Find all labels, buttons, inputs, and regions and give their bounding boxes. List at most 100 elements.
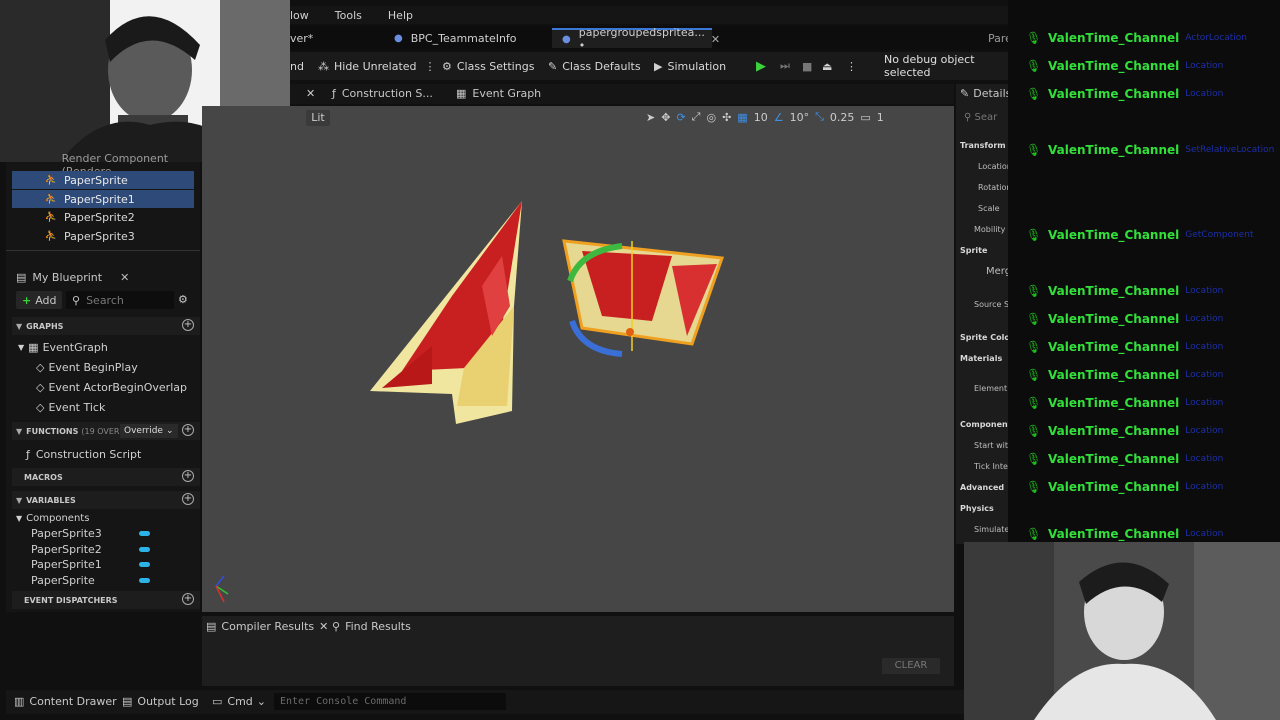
section-variables[interactable]: ▼ VARIABLES + [12,491,200,509]
paper-sprite-plane[interactable] [370,201,522,424]
graph-icon: ▦ [456,87,467,100]
add-graph-icon[interactable]: + [182,319,194,331]
details-transform[interactable]: Transform [960,141,1006,150]
chat-message: 🎙 ValenTime_Channel Location [1026,56,1223,76]
close-icon[interactable]: ✕ [319,620,328,633]
add-function-icon[interactable]: + [182,424,194,436]
class-defaults-button[interactable]: ✎ Class Defaults [548,57,641,75]
more-options-icon[interactable]: ⋮ [425,60,436,73]
override-dropdown[interactable]: Override ⌄ [120,424,178,438]
tab-bpc-teammateinfo[interactable]: ● BPC_TeammateInfo [394,28,544,48]
simulation-button[interactable]: ▶ Simulation [654,57,726,75]
details-advanced[interactable]: Advanced [960,483,1004,492]
menu-tools[interactable]: Tools [335,9,362,22]
details-tab[interactable]: ✎ Details [960,87,1008,100]
paper-sprite-selected[interactable] [562,239,725,357]
tab-event-graph[interactable]: ▦ Event Graph [456,87,541,100]
component-papersprite[interactable]: ⛹ PaperSprite [12,171,194,189]
play-options-button[interactable]: ⋮ [846,57,862,75]
chat-username: ValenTime_Channel [1048,340,1180,354]
tab-construction-script[interactable]: ƒ Construction S... [332,87,433,100]
construction-script-item[interactable]: ƒ Construction Script [12,445,200,463]
close-icon[interactable]: ✕ [711,33,720,46]
my-blueprint-tab[interactable]: ▤ My Blueprint ✕ [12,268,200,286]
gear-icon[interactable]: ⚙ [178,293,188,306]
section-event-dispatchers[interactable]: EVENT DISPATCHERS + [12,591,200,609]
stop-button[interactable]: ■ [802,57,817,75]
add-variable-icon[interactable]: + [182,493,194,505]
object-type-pill [139,547,150,552]
chat-message: 🎙 ValenTime_Channel Location [1026,84,1223,104]
play-button[interactable]: ▶ [756,57,771,75]
microphone-icon: 🎙 [1026,312,1042,326]
details-search-input[interactable]: ⚲ Sear [964,112,997,123]
find-button[interactable]: nd [290,57,304,75]
chat-message-text: Location [1185,286,1224,296]
details-physics[interactable]: Physics [960,504,994,513]
chevron-down-icon: ▼ [16,513,23,523]
more-options-icon: ⋮ [846,59,857,73]
blueprint-search-input[interactable]: ⚲ Search [66,291,174,309]
chat-message-text: Location [1185,89,1224,99]
event-beginplay[interactable]: ◇ Event BeginPlay [12,358,200,376]
step-button[interactable]: ⏭ [780,57,795,75]
chat-message-text: ActorLocation [1185,33,1247,43]
chat-username: ValenTime_Channel [1048,396,1180,410]
divider [6,250,200,251]
add-dispatcher-icon[interactable]: + [182,593,194,605]
gear-icon: ⚙ [442,59,452,73]
event-tick[interactable]: ◇ Event Tick [12,398,200,416]
chat-username: ValenTime_Channel [1048,480,1180,494]
class-settings-button[interactable]: ⚙ Class Settings [442,57,534,75]
add-button[interactable]: + Add [16,291,62,309]
output-log-button[interactable]: ▤ Output Log [122,695,199,708]
component-papersprite1[interactable]: ⛹ PaperSprite1 [12,190,194,208]
cmd-dropdown[interactable]: ▭ Cmd ⌄ [212,695,266,708]
chat-username: ValenTime_Channel [1048,31,1180,45]
tab-compiler-results[interactable]: ▤ Compiler Results ✕ [206,620,328,633]
menu-help[interactable]: Help [388,9,413,22]
details-materials[interactable]: Materials [960,354,1002,363]
tab-find-results[interactable]: ⚲ Find Results [332,620,411,633]
section-functions[interactable]: ▼ FUNCTIONS (19 OVERRID Override ⌄ + [12,422,200,440]
event-actorbeginoverlap[interactable]: ◇ Event ActorBeginOverlap [12,378,200,396]
close-icon[interactable]: ✕ [120,271,129,284]
chevron-down-icon: ⌄ [165,426,174,436]
viewport-tab-row: ✕ ƒ Construction S... ▦ Event Graph [290,84,954,104]
microphone-icon: 🎙 [1026,228,1042,242]
details-sprite[interactable]: Sprite [960,246,987,255]
console-command-input[interactable]: Enter Console Command [274,693,506,710]
add-macro-icon[interactable]: + [182,470,194,482]
details-component-tick[interactable]: Component Tick [960,420,1008,429]
search-icon: ⚲ [72,293,81,307]
tab-papergroupedsprite[interactable]: ● papergroupedspritea... • ✕ [552,26,720,52]
tab-viewer[interactable]: ver* [290,28,350,48]
details-source-sprite: Source Sprite [974,300,1008,309]
stop-icon: ■ [802,59,813,73]
variable-papersprite[interactable]: PaperSprite [12,571,200,589]
close-icon[interactable]: ✕ [306,87,315,100]
event-graph-item[interactable]: ▼ ▦ EventGraph [12,338,200,356]
chat-message: 🎙 ValenTime_Channel ActorLocation [1026,28,1247,48]
component-papersprite2[interactable]: ⛹ PaperSprite2 [12,208,194,226]
eject-button[interactable]: ⏏ [822,57,837,75]
chat-message-text: Location [1185,314,1224,324]
chat-message: 🎙 ValenTime_Channel Location [1026,477,1223,497]
debug-object-select[interactable]: No debug object selected [884,53,1010,79]
hide-unrelated-button[interactable]: ⁂ Hide Unrelated ⋮ [318,57,441,75]
component-papersprite3[interactable]: ⛹ PaperSprite3 [12,227,194,245]
chevron-down-icon: ⌄ [256,695,267,708]
details-sprite-color[interactable]: Sprite Color [960,333,1008,342]
section-macros[interactable]: MACROS + [12,468,200,486]
clear-button[interactable]: CLEAR [882,658,940,674]
merge-sprites-button[interactable]: Merge Sprites [986,266,1008,277]
section-graphs[interactable]: ▼ GRAPHS + [12,317,200,335]
content-drawer-button[interactable]: ▥ Content Drawer [14,695,117,708]
search-icon: ⚲ [964,112,975,123]
viewport[interactable]: Lit ➤ ✥ ⟳ ⤢ ◎ ✣ ▦ 10 ∠ 10° ⤡ 0.25 ▭ 1 [202,106,954,612]
menu-window[interactable]: low [290,9,309,22]
microphone-icon: 🎙 [1026,284,1042,298]
simulation-icon: ▶ [654,59,663,73]
chat-message: 🎙 ValenTime_Channel Location [1026,393,1223,413]
plus-icon: + [22,293,32,307]
